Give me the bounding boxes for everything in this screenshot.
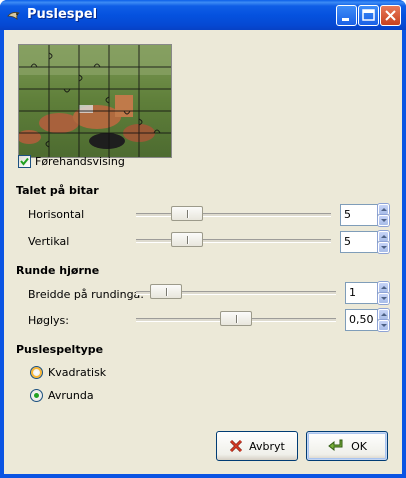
spin-up-icon[interactable] (378, 282, 389, 293)
horizontal-slider-thumb[interactable] (171, 206, 203, 221)
title-bar[interactable]: Puslespel (0, 0, 406, 30)
section-type-title: Puslespeltype (16, 343, 104, 356)
highlight-value: 0,50 (349, 313, 374, 326)
highlight-label: Høglys: (28, 314, 69, 327)
minimize-button[interactable] (336, 5, 357, 26)
checkmark-icon (20, 157, 29, 166)
spin-up-icon[interactable] (378, 309, 389, 320)
corner-width-label: Breidde på rundinga: (28, 288, 145, 301)
minimize-icon (342, 18, 349, 21)
window-title: Puslespel (27, 7, 98, 22)
radio-rounded[interactable] (30, 389, 43, 402)
close-icon (385, 10, 396, 21)
horizontal-value: 5 (344, 208, 351, 221)
highlight-spin-buttons[interactable] (378, 309, 389, 331)
spin-up-icon[interactable] (378, 231, 389, 242)
radio-square-label[interactable]: Kvadratisk (48, 366, 106, 379)
maximize-icon (362, 9, 375, 21)
preview-checkbox-label[interactable]: Førehandsvising (35, 155, 125, 168)
radio-rounded-label[interactable]: Avrunda (48, 389, 94, 402)
maximize-button[interactable] (358, 5, 379, 26)
vertical-slider-track[interactable] (136, 239, 331, 243)
corner-width-spinbox[interactable]: 1 (345, 282, 378, 304)
highlight-slider-thumb[interactable] (220, 311, 252, 326)
preview-checkbox[interactable] (18, 155, 31, 168)
spin-down-icon[interactable] (378, 242, 389, 253)
corner-width-spin-buttons[interactable] (378, 282, 389, 304)
preview-image (18, 44, 172, 158)
spin-down-icon[interactable] (378, 215, 389, 226)
corner-width-slider-thumb[interactable] (150, 284, 182, 299)
horizontal-label: Horisontal (28, 208, 85, 221)
section-pieces-title: Talet på bitar (16, 184, 99, 197)
dialog-window: Puslespel Førehandsvising Talet på bitar… (0, 0, 406, 478)
spin-down-icon[interactable] (378, 320, 389, 331)
horizontal-spin-buttons[interactable] (378, 204, 389, 226)
section-corners-title: Runde hjørne (16, 264, 100, 277)
horizontal-slider-track[interactable] (136, 213, 331, 217)
spin-down-icon[interactable] (378, 293, 389, 304)
close-button[interactable] (380, 5, 401, 26)
vertical-spin-buttons[interactable] (378, 231, 389, 253)
horizontal-spinbox[interactable]: 5 (340, 204, 378, 226)
vertical-slider-thumb[interactable] (171, 232, 203, 247)
corner-width-value: 1 (349, 286, 356, 299)
cancel-button-label: Avbryt (249, 439, 285, 453)
cancel-button[interactable]: Avbryt (216, 431, 298, 461)
vertical-value: 5 (344, 235, 351, 248)
vertical-label: Vertikal (28, 235, 70, 248)
ok-button-label: OK (351, 439, 367, 453)
vertical-spinbox[interactable]: 5 (340, 231, 378, 253)
cancel-x-icon (230, 439, 243, 453)
spin-up-icon[interactable] (378, 204, 389, 215)
ok-button[interactable]: OK (306, 431, 388, 461)
ok-arrow-icon (328, 439, 343, 452)
radio-square[interactable] (30, 366, 43, 379)
dialog-client-area: Førehandsvising Talet på bitar Horisonta… (4, 30, 402, 474)
highlight-spinbox[interactable]: 0,50 (345, 309, 378, 331)
gimp-wilber-icon (7, 12, 20, 20)
